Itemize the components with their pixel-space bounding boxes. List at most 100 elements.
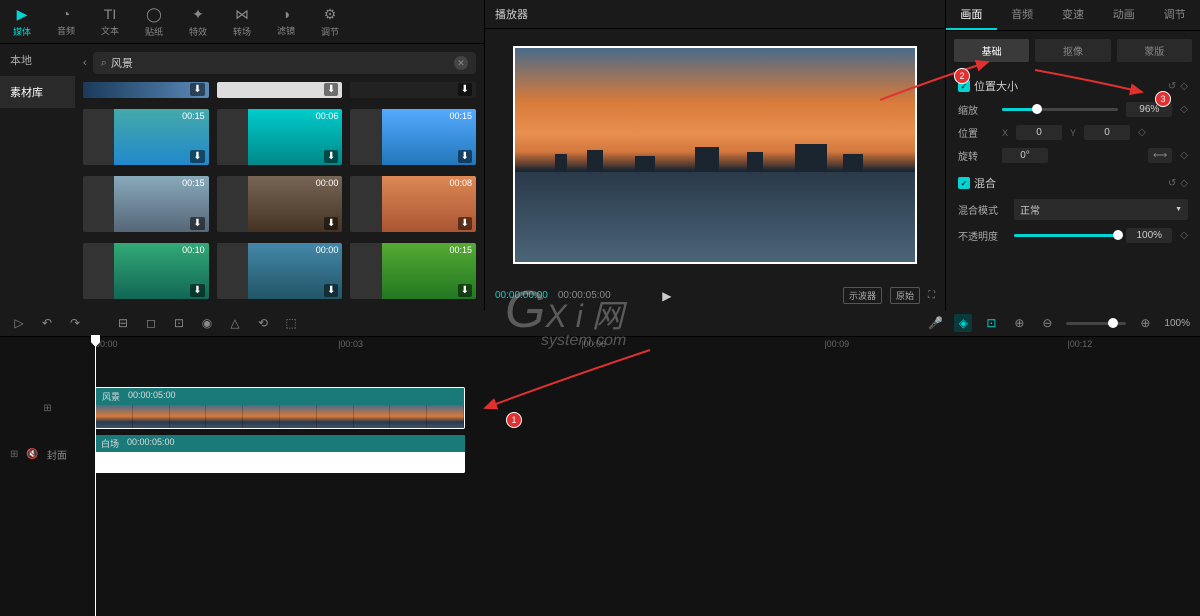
preview-canvas[interactable]: [513, 46, 918, 264]
thumb-item[interactable]: ⬇: [350, 82, 476, 98]
tool-filter[interactable]: ◑滤镜: [264, 0, 308, 43]
search-box[interactable]: ⌕ ✕: [93, 52, 476, 74]
download-icon[interactable]: ⬇: [190, 83, 204, 96]
subtab-basic[interactable]: 基础: [954, 39, 1029, 62]
video-clip[interactable]: 风景00:00:05:00: [95, 387, 465, 429]
track-toggle-icon[interactable]: ⊞: [43, 403, 51, 414]
chevron-down-icon: ▼: [1175, 206, 1182, 213]
position-size-checkbox[interactable]: ✓: [958, 80, 970, 92]
thumb-item[interactable]: 00:10⬇: [83, 243, 209, 299]
thumb-item[interactable]: 00:06⬇: [217, 109, 343, 165]
rotate-input[interactable]: [1002, 148, 1048, 163]
split-icon[interactable]: ⊟: [114, 316, 132, 330]
fullscreen-icon[interactable]: ⛶: [928, 290, 935, 301]
reset-icon[interactable]: ↺: [1168, 178, 1176, 189]
download-icon[interactable]: ⬇: [458, 83, 472, 96]
search-back-icon[interactable]: ‹: [83, 57, 87, 69]
subtab-cutout[interactable]: 抠像: [1035, 39, 1110, 62]
playhead[interactable]: [95, 337, 96, 616]
download-icon[interactable]: ⬇: [458, 150, 472, 163]
thumb-item[interactable]: 00:00⬇: [217, 243, 343, 299]
thumb-item[interactable]: ⬇: [83, 82, 209, 98]
tool-adjust[interactable]: ⚙调节: [308, 0, 352, 43]
download-icon[interactable]: ⬇: [190, 217, 204, 230]
thumb-item[interactable]: 00:15⬇: [350, 243, 476, 299]
mirror-icon[interactable]: △: [226, 316, 244, 330]
search-input[interactable]: [111, 57, 454, 69]
position-label: 位置: [958, 125, 994, 140]
sidebar-local[interactable]: 本地: [0, 44, 75, 76]
undo-icon[interactable]: ↶: [38, 316, 56, 330]
scope-button[interactable]: 示波器: [843, 287, 882, 304]
tool-transition[interactable]: ⋈转场: [220, 0, 264, 43]
thumb-item[interactable]: 00:08⬇: [350, 176, 476, 232]
opacity-input[interactable]: [1126, 228, 1172, 243]
opacity-slider[interactable]: [1014, 234, 1118, 237]
search-clear-icon[interactable]: ✕: [454, 56, 468, 70]
mute-icon[interactable]: 🔇: [26, 449, 38, 460]
tab-picture[interactable]: 画面: [946, 0, 997, 30]
tab-animation[interactable]: 动画: [1098, 0, 1149, 30]
tool-text[interactable]: TI文本: [88, 0, 132, 43]
tab-adjust[interactable]: 调节: [1149, 0, 1200, 30]
zoom-out-icon[interactable]: ⊖: [1038, 316, 1056, 330]
download-icon[interactable]: ⬇: [324, 150, 338, 163]
download-icon[interactable]: ⬇: [458, 217, 472, 230]
rotate-label: 旋转: [958, 148, 994, 163]
track-toggle-icon[interactable]: ⊞: [10, 449, 18, 460]
play-button[interactable]: ▶: [662, 289, 671, 303]
rotate-icon[interactable]: ⟲: [254, 316, 272, 330]
thumb-item[interactable]: 00:15⬇: [350, 109, 476, 165]
frame-icon[interactable]: ⊡: [170, 316, 188, 330]
tool-audio[interactable]: ◔音频: [44, 0, 88, 43]
download-icon[interactable]: ⬇: [458, 284, 472, 297]
original-button[interactable]: 原始: [890, 287, 920, 304]
crop-icon[interactable]: ◻: [142, 316, 160, 330]
download-icon[interactable]: ⬇: [324, 83, 338, 96]
blend-checkbox[interactable]: ✓: [958, 177, 970, 189]
white-clip[interactable]: 白场00:00:05:00: [95, 435, 465, 473]
download-icon[interactable]: ⬇: [324, 217, 338, 230]
property-tabs: 画面 音频 变速 动画 调节: [946, 0, 1200, 31]
scale-input[interactable]: [1126, 102, 1172, 117]
keyframe-icon[interactable]: ◇: [1180, 104, 1188, 115]
tab-speed[interactable]: 变速: [1048, 0, 1099, 30]
scale-slider[interactable]: [1002, 108, 1118, 111]
keyframe-icon[interactable]: ◇: [1180, 178, 1188, 189]
subtab-mask[interactable]: 蒙版: [1117, 39, 1192, 62]
position-y-input[interactable]: [1084, 125, 1130, 140]
download-icon[interactable]: ⬇: [190, 150, 204, 163]
reset-icon[interactable]: ↺: [1168, 81, 1176, 92]
keyframe-icon[interactable]: ◇: [1180, 150, 1188, 161]
media-panel: ▶媒体 ◔音频 TI文本 ◯贴纸 ✦特效 ⋈转场 ◑滤镜 ⚙调节 本地 素材库 …: [0, 0, 485, 310]
zoom-slider[interactable]: [1066, 322, 1126, 325]
auto-icon[interactable]: ◈: [954, 314, 972, 332]
crop2-icon[interactable]: ⬚: [282, 316, 300, 330]
zoom-in-icon[interactable]: ⊕: [1136, 316, 1154, 330]
timeline-ruler[interactable]: 00:00 |00:03 |00:06 |00:09 |00:12: [95, 337, 1200, 357]
tool-media[interactable]: ▶媒体: [0, 0, 44, 43]
keyframe-icon[interactable]: ◇: [1138, 127, 1146, 138]
sidebar-library[interactable]: 素材库: [0, 76, 75, 108]
thumb-item[interactable]: 00:15⬇: [83, 176, 209, 232]
tool-sticker[interactable]: ◯贴纸: [132, 0, 176, 43]
align-icon[interactable]: ⊕: [1010, 316, 1028, 330]
download-icon[interactable]: ⬇: [190, 284, 204, 297]
mic-icon[interactable]: 🎤: [926, 316, 944, 330]
tool-effect[interactable]: ✦特效: [176, 0, 220, 43]
download-icon[interactable]: ⬇: [324, 284, 338, 297]
blend-mode-select[interactable]: 正常 ▼: [1014, 199, 1188, 220]
redo-icon[interactable]: ↷: [66, 316, 84, 330]
media-sidebar: 本地 素材库: [0, 44, 75, 310]
thumb-item[interactable]: 00:15⬇: [83, 109, 209, 165]
position-x-input[interactable]: [1016, 125, 1062, 140]
thumb-item[interactable]: ⬇: [217, 82, 343, 98]
keyframe-icon[interactable]: ◇: [1180, 81, 1188, 92]
reverse-icon[interactable]: ◉: [198, 316, 216, 330]
tab-audio[interactable]: 音频: [997, 0, 1048, 30]
cursor-tool[interactable]: ▷: [10, 316, 28, 330]
flip-h-icon[interactable]: ⟷: [1148, 148, 1172, 163]
keyframe-icon[interactable]: ◇: [1180, 230, 1188, 241]
thumb-item[interactable]: 00:00⬇: [217, 176, 343, 232]
link-icon[interactable]: ⊡: [982, 316, 1000, 330]
